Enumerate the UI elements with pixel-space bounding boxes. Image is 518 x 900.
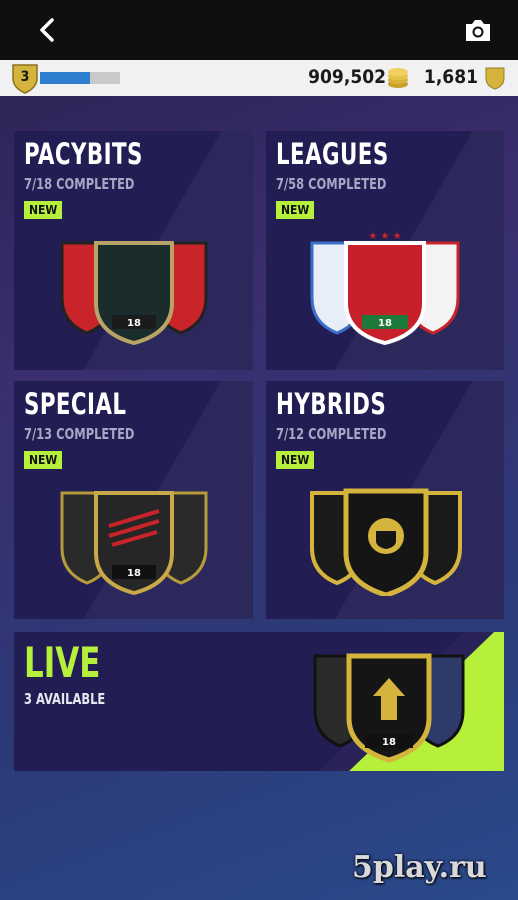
hybrids-card[interactable]: HYBRIDS 7/12 COMPLETED NEW (266, 381, 504, 619)
points-shield-icon (485, 67, 505, 90)
shield-label: 18 (127, 318, 141, 329)
card-title: HYBRIDS (276, 387, 387, 421)
watermark-logo: 5play.ru (352, 850, 487, 885)
shield-label: 18 (127, 568, 141, 579)
svg-text:★ ★ ★: ★ ★ ★ (368, 231, 401, 242)
new-badge: NEW (24, 451, 63, 469)
hybrids-shields-icon (310, 488, 462, 596)
level-number: 3 (20, 69, 30, 85)
xp-progress-fill (40, 72, 90, 84)
points-count: 1,681 (423, 66, 478, 88)
pacybits-shields-icon: 18 (60, 241, 208, 346)
card-title: LIVE (24, 638, 101, 687)
pacybits-card[interactable]: PACYBITS 7/18 COMPLETED NEW 18 (14, 131, 253, 370)
leagues-card[interactable]: LEAGUES 7/58 COMPLETED NEW 18 ★ ★ ★ (266, 131, 504, 370)
top-bar (0, 0, 518, 60)
coins-count: 909,502 (308, 66, 386, 88)
xp-progress-bar (40, 72, 120, 84)
shield-label: 18 (378, 318, 392, 329)
card-subtitle: 3 AVAILABLE (24, 690, 106, 708)
card-title: SPECIAL (24, 387, 127, 421)
new-badge: NEW (24, 201, 63, 219)
card-title: LEAGUES (276, 137, 389, 171)
special-card[interactable]: SPECIAL 7/13 COMPLETED NEW 18 (14, 381, 253, 619)
card-progress: 7/13 COMPLETED (24, 425, 135, 443)
special-shields-icon: 18 (60, 491, 208, 596)
leagues-shields-icon: 18 ★ ★ ★ (310, 231, 460, 346)
back-arrow-icon[interactable] (34, 16, 62, 44)
new-badge: NEW (276, 201, 315, 219)
card-progress: 7/12 COMPLETED (276, 425, 387, 443)
card-progress: 7/18 COMPLETED (24, 175, 135, 193)
card-title: PACYBITS (24, 137, 143, 171)
card-progress: 7/58 COMPLETED (276, 175, 387, 193)
live-card[interactable]: LIVE 3 AVAILABLE 18 (14, 632, 504, 771)
new-badge: NEW (276, 451, 315, 469)
camera-icon[interactable] (463, 16, 493, 44)
live-shields-icon: 18 (313, 653, 465, 763)
shield-label: 18 (382, 737, 396, 748)
